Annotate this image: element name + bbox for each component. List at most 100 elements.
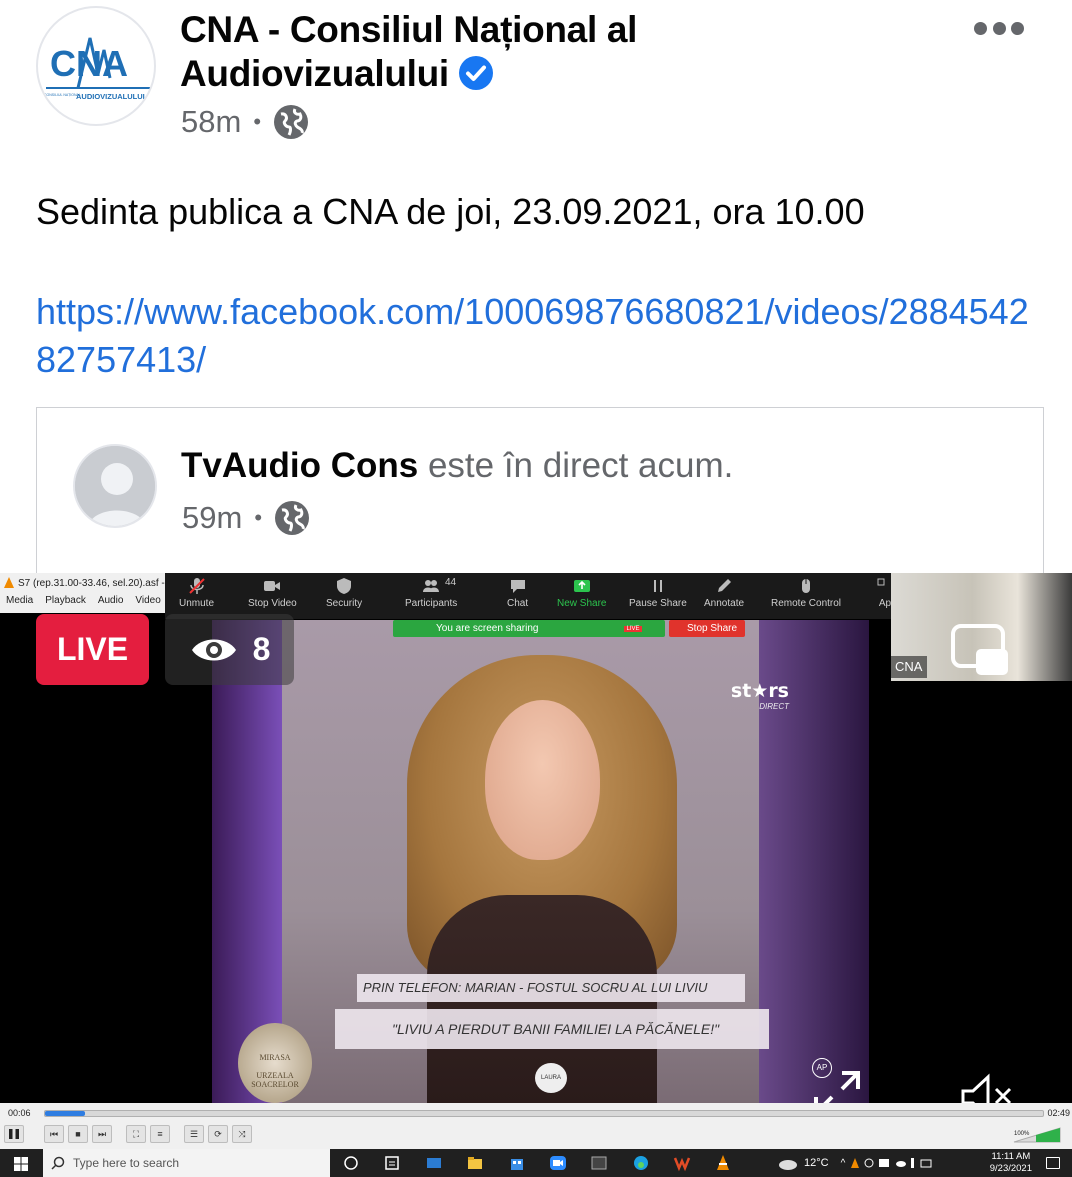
seek-bar[interactable] bbox=[44, 1110, 1044, 1117]
zoom-pause-share-button[interactable]: Pause Share bbox=[629, 577, 687, 609]
post-time[interactable]: 58m bbox=[181, 104, 241, 140]
page-name-line2[interactable]: Audiovizualului bbox=[180, 53, 449, 94]
eye-icon bbox=[191, 639, 236, 660]
fullscreen-button[interactable]: ⛶ bbox=[126, 1125, 146, 1143]
channel-direct-label: DIRECT bbox=[759, 702, 789, 711]
office-app-icon[interactable] bbox=[673, 1154, 691, 1172]
vlc-window-title: S7 (rep.31.00-33.46, sel.20).asf - V bbox=[18, 578, 175, 589]
zoom-chat-button[interactable]: Chat bbox=[507, 577, 528, 609]
vlc-menu-audio[interactable]: Audio bbox=[98, 595, 124, 606]
page-name-line1[interactable]: CNA - Consiliul Național al bbox=[180, 9, 637, 50]
vlc-menu-media[interactable]: Media bbox=[6, 595, 33, 606]
vlc-menu-video[interactable]: Video bbox=[135, 595, 160, 606]
page-name[interactable]: CNA - Consiliul Național al Audiovizualu… bbox=[180, 8, 940, 96]
playlist-button[interactable]: ☰ bbox=[184, 1125, 204, 1143]
participants-icon bbox=[423, 580, 440, 592]
tray-icons[interactable] bbox=[851, 1156, 939, 1170]
windows-start-icon[interactable] bbox=[14, 1157, 28, 1171]
camera-label: CNA bbox=[891, 656, 927, 678]
shared-author-avatar[interactable] bbox=[73, 444, 157, 528]
vlc-app-icon[interactable] bbox=[714, 1154, 732, 1172]
viewer-count-value: 8 bbox=[252, 631, 271, 667]
total-time: 02:49 bbox=[1047, 1108, 1070, 1118]
file-explorer-icon[interactable] bbox=[466, 1154, 484, 1172]
search-icon bbox=[51, 1156, 65, 1170]
mail-icon[interactable] bbox=[425, 1154, 443, 1172]
zoom-toolbar: Unmute Stop Video Security Participants … bbox=[165, 573, 891, 619]
shared-time[interactable]: 59m bbox=[182, 500, 242, 536]
zoom-security-button[interactable]: Security bbox=[326, 577, 362, 609]
svg-text:CONSILIUL NAȚIONAL: CONSILIUL NAȚIONAL bbox=[44, 93, 81, 97]
extended-settings-button[interactable]: ≡ bbox=[150, 1125, 170, 1143]
widgets-icon[interactable] bbox=[383, 1154, 401, 1172]
task-view-icon[interactable] bbox=[342, 1154, 360, 1172]
chat-bubble-icon bbox=[510, 580, 525, 593]
temperature[interactable]: 12°C bbox=[804, 1157, 829, 1169]
vlc-cone-icon bbox=[4, 577, 14, 588]
shared-status: este în direct acum. bbox=[427, 446, 734, 485]
edge-browser-icon[interactable] bbox=[632, 1154, 650, 1172]
svg-text:CNA: CNA bbox=[50, 43, 128, 84]
globe-icon[interactable] bbox=[273, 104, 309, 140]
screen-sharing-text: You are screen sharing bbox=[436, 623, 539, 634]
store-icon[interactable] bbox=[508, 1154, 526, 1172]
windows-taskbar: Type here to search 12°C ^ 11:11 AM 9/23… bbox=[0, 1149, 1072, 1177]
shared-meta: 59m • bbox=[182, 500, 310, 536]
globe-icon[interactable] bbox=[274, 500, 310, 536]
cna-logo-icon: CNA AUDIOVIZUALULUI CONSILIUL NAȚIONAL bbox=[44, 37, 150, 101]
search-placeholder: Type here to search bbox=[73, 1156, 180, 1170]
pause-button[interactable] bbox=[4, 1125, 24, 1143]
vlc-controls: 00:06 02:49 ⏮ ■ ⏭ ⛶ ≡ ☰ ⟳ ⤨ 100% bbox=[0, 1103, 1072, 1149]
zoom-stop-video-button[interactable]: Stop Video bbox=[248, 577, 297, 609]
stop-share-button[interactable]: Stop Share bbox=[669, 620, 745, 637]
show-logo-top: MIRASA bbox=[259, 1053, 291, 1062]
pencil-icon bbox=[718, 579, 732, 592]
vlc-title-bar: S7 (rep.31.00-33.46, sel.20).asf - V Med… bbox=[0, 573, 174, 613]
stop-button[interactable]: ■ bbox=[68, 1125, 88, 1143]
elapsed-time: 00:06 bbox=[8, 1108, 31, 1118]
zoom-new-share-button[interactable]: New Share bbox=[557, 577, 606, 609]
notifications-icon[interactable] bbox=[1046, 1157, 1060, 1169]
more-options-icon[interactable] bbox=[974, 22, 1024, 38]
previous-button[interactable]: ⏮ bbox=[44, 1125, 64, 1143]
tray-chevron-icon[interactable]: ^ bbox=[841, 1158, 846, 1169]
vlc-menu-playback[interactable]: Playback bbox=[45, 595, 86, 606]
shield-icon bbox=[337, 578, 352, 594]
zoom-app-icon[interactable] bbox=[549, 1154, 567, 1172]
weather-cloud-icon[interactable] bbox=[778, 1156, 798, 1170]
vlc-button-row: ⏮ ■ ⏭ ⛶ ≡ ☰ ⟳ ⤨ bbox=[4, 1125, 252, 1143]
meta-separator: • bbox=[253, 109, 262, 134]
loop-button[interactable]: ⟳ bbox=[208, 1125, 228, 1143]
guest-name-tag: LAURA bbox=[535, 1063, 567, 1093]
viewer-count: 8 bbox=[165, 614, 294, 685]
shared-post-card[interactable]: TvAudio Cons este în direct acum. 59m • bbox=[36, 407, 1044, 573]
volume-slider[interactable]: 100% bbox=[1012, 1127, 1062, 1143]
share-screen-icon bbox=[573, 580, 590, 592]
zoom-annotate-button[interactable]: Annotate bbox=[704, 577, 744, 609]
show-logo-title: URZEALA SOACRELOR bbox=[251, 1071, 299, 1089]
shared-author-name[interactable]: TvAudio Cons bbox=[181, 446, 418, 485]
pause-icon bbox=[9, 1129, 19, 1139]
zoom-unmute-button[interactable]: Unmute bbox=[179, 577, 214, 609]
mouse-icon bbox=[802, 579, 811, 593]
page-avatar[interactable]: CNA AUDIOVIZUALULUI CONSILIUL NAȚIONAL bbox=[36, 6, 156, 126]
live-badge: LIVE bbox=[36, 614, 149, 685]
system-tray: 12°C ^ bbox=[778, 1149, 939, 1177]
lower-third-caption: PRIN TELEFON: MARIAN - FOSTUL SOCRU AL L… bbox=[357, 974, 745, 1002]
meta-separator: • bbox=[254, 505, 263, 530]
taskbar-clock[interactable]: 11:11 AM 9/23/2021 bbox=[990, 1151, 1032, 1175]
post-link[interactable]: https://www.facebook.com/100069876680821… bbox=[36, 288, 1036, 384]
zoom-remote-control-button[interactable]: Remote Control bbox=[771, 577, 841, 609]
svg-text:100%: 100% bbox=[1014, 1131, 1030, 1137]
terminal-icon[interactable] bbox=[590, 1154, 608, 1172]
next-button[interactable]: ⏭ bbox=[92, 1125, 112, 1143]
live-mini-label: LIVE bbox=[624, 625, 642, 632]
taskbar-search-box[interactable]: Type here to search bbox=[43, 1149, 330, 1177]
picture-in-picture-icon[interactable] bbox=[950, 623, 1010, 679]
shuffle-button[interactable]: ⤨ bbox=[232, 1125, 252, 1143]
live-video-player[interactable]: S7 (rep.31.00-33.46, sel.20).asf - V Med… bbox=[0, 573, 1072, 1177]
show-logo: MIRASA URZEALA SOACRELOR bbox=[238, 1023, 312, 1103]
broadcast-frame: st★rs DIRECT PRIN TELEFON: MARIAN - FOST… bbox=[212, 620, 869, 1104]
muted-mic-icon bbox=[188, 578, 205, 594]
clock-date: 9/23/2021 bbox=[989, 1163, 1032, 1174]
